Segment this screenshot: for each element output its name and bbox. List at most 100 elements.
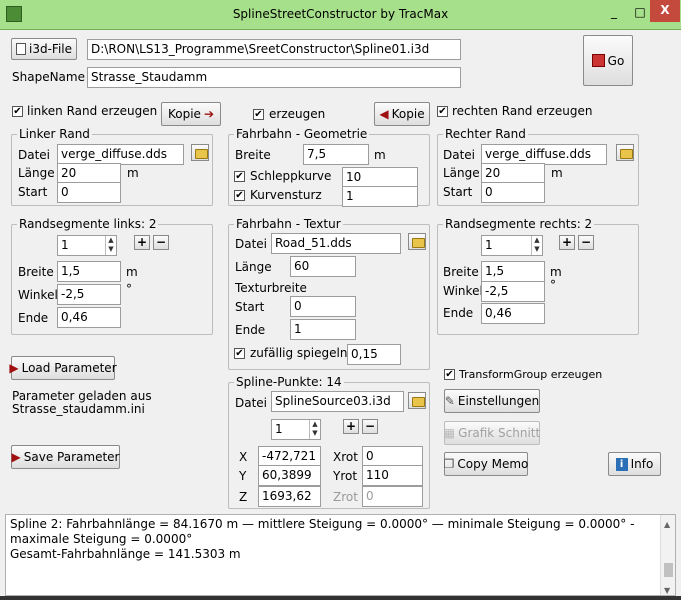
spin-arrows-icon[interactable]: ▲ ▼ — [309, 420, 320, 439]
info-button[interactable]: i Info — [608, 452, 661, 476]
remove-point-button[interactable]: − — [362, 419, 378, 434]
scrollbar-thumb[interactable] — [664, 563, 673, 577]
scroll-down-icon[interactable]: ▼ — [664, 583, 670, 595]
transformgroup-checkbox[interactable] — [444, 369, 455, 380]
copy-memo-label: Copy Memo — [457, 457, 529, 471]
title-bar[interactable]: SplineStreetConstructor by TracMax _ □ X — [0, 0, 681, 30]
status-memo[interactable]: Spline 2: Fahrbahnlänge = 84.1670 m — mi… — [5, 514, 676, 596]
copy-memo-button[interactable]: ❐ Copy Memo — [444, 452, 528, 476]
rechter-laenge-field[interactable]: 20 — [481, 163, 545, 184]
textur-datei-label: Datei — [235, 237, 268, 251]
schleppkurve-label: Schleppkurve — [250, 169, 332, 183]
rechter-datei-field[interactable]: verge_diffuse.dds — [481, 144, 607, 165]
zrot-field: 0 — [362, 486, 423, 507]
copy-icon: ❐ — [443, 457, 455, 471]
randsegmente-rechts-title: Randsegmente rechts: 2 — [443, 217, 595, 231]
kurvensturz-label: Kurvensturz — [250, 188, 322, 202]
grafik-schnitt-button: ▦ Grafik Schnitt — [444, 421, 540, 445]
geometrie-breite-label: Breite — [235, 148, 271, 162]
fahrbahn-textur-title: Fahrbahn - Textur — [234, 217, 343, 231]
add-point-button[interactable]: + — [343, 419, 359, 434]
textur-ende-field[interactable]: 1 — [290, 319, 356, 340]
go-button[interactable]: Go — [583, 35, 633, 86]
rechten-rand-checkbox[interactable] — [437, 106, 448, 117]
load-parameter-button[interactable]: ▶ Load Parameter — [9, 356, 117, 380]
spin-arrows-icon[interactable]: ▲ ▼ — [105, 236, 116, 255]
shapename-field[interactable]: Strasse_Staudamm — [87, 67, 461, 88]
randsegmente-links-title: Randsegmente links: 2 — [17, 217, 159, 231]
kopie-right-label: Kopie — [167, 107, 201, 121]
status-line-2: Gesamt-Fahrbahnlänge = 141.5303 m — [10, 547, 241, 561]
textur-laenge-label: Länge — [235, 260, 272, 274]
kurvensturz-field[interactable]: 1 — [342, 186, 418, 207]
kopie-right-button[interactable]: Kopie ➔ — [161, 102, 221, 126]
linker-laenge-unit: m — [127, 166, 139, 180]
remove-segment-button[interactable]: − — [578, 235, 594, 250]
textur-datei-field[interactable]: Road_51.dds — [271, 233, 401, 254]
kopie-left-label: Kopie — [391, 107, 425, 121]
add-segment-button[interactable]: + — [134, 235, 150, 250]
textur-start-field[interactable]: 0 — [290, 296, 356, 317]
z-field[interactable]: 1693,62 — [258, 486, 321, 507]
maximize-button[interactable]: □ — [628, 4, 652, 22]
randseg-links-breite-unit: m — [126, 265, 138, 279]
randseg-rechts-winkel-field[interactable]: -2,5 — [481, 281, 545, 302]
minimize-button[interactable]: _ — [600, 4, 628, 22]
file-icon — [16, 43, 26, 55]
loaded-from-line2: Strasse_staudamm.ini — [12, 402, 145, 416]
spline-datei-field[interactable]: SplineSource03.i3d — [271, 391, 404, 412]
y-field[interactable]: 60,3899 — [258, 465, 321, 486]
geometrie-breite-unit: m — [374, 148, 386, 162]
textur-ende-label: Ende — [235, 323, 266, 337]
textur-start-label: Start — [235, 300, 265, 314]
spin-arrows-icon[interactable]: ▲ ▼ — [531, 236, 542, 255]
spiegeln-field[interactable]: 0,15 — [347, 344, 401, 365]
erzeugen-checkbox[interactable] — [253, 109, 264, 120]
folder-icon[interactable] — [616, 144, 634, 161]
i3d-file-button[interactable]: i3d-File — [11, 38, 77, 60]
linker-start-field[interactable]: 0 — [57, 182, 121, 203]
randseg-rechts-spin-value: 1 — [485, 238, 493, 252]
schleppkurve-field[interactable]: 10 — [342, 167, 418, 188]
folder-icon[interactable] — [191, 144, 209, 161]
rechter-start-field[interactable]: 0 — [481, 182, 545, 203]
randseg-rechts-ende-field[interactable]: 0,46 — [481, 303, 545, 324]
kopie-left-button[interactable]: ◀ Kopie — [374, 102, 430, 126]
einstellungen-button[interactable]: ✎ Einstellungen — [444, 389, 540, 413]
shapename-label: ShapeName — [12, 70, 85, 84]
yrot-field[interactable]: 110 — [362, 465, 423, 486]
go-label: Go — [607, 53, 625, 68]
linken-rand-checkbox[interactable] — [12, 106, 23, 117]
textur-laenge-field[interactable]: 60 — [290, 256, 356, 277]
vertical-scrollbar[interactable]: ▲ ▼ — [660, 515, 675, 595]
linker-rand-title: Linker Rand — [17, 127, 92, 141]
i3d-path-field[interactable]: D:\RON\LS13_Programme\SreetConstructor\S… — [87, 39, 461, 60]
scroll-up-icon[interactable]: ▲ — [664, 517, 670, 532]
folder-icon[interactable] — [408, 392, 426, 409]
schleppkurve-checkbox[interactable] — [234, 171, 245, 182]
geometrie-breite-field[interactable]: 7,5 — [303, 144, 369, 165]
randseg-links-ende-field[interactable]: 0,46 — [57, 307, 121, 328]
taskbar-strip — [0, 596, 681, 600]
remove-segment-button[interactable]: − — [153, 235, 169, 250]
xrot-field[interactable]: 0 — [362, 446, 423, 467]
x-field[interactable]: -472,721 — [258, 446, 321, 467]
linker-datei-field[interactable]: verge_diffuse.dds — [57, 144, 184, 165]
randseg-links-spinner[interactable]: 1 ▲ ▼ — [57, 235, 117, 256]
linker-laenge-field[interactable]: 20 — [57, 163, 121, 184]
close-button[interactable]: X — [650, 0, 680, 22]
randseg-links-spin-value: 1 — [61, 238, 69, 252]
randseg-links-winkel-field[interactable]: -2,5 — [57, 284, 121, 305]
save-parameter-button[interactable]: ▶ Save Parameter — [11, 445, 120, 469]
spiegeln-checkbox[interactable] — [234, 348, 245, 359]
randseg-links-winkel-label: Winkel — [18, 288, 58, 302]
add-segment-button[interactable]: + — [559, 235, 575, 250]
kurvensturz-checkbox[interactable] — [234, 190, 245, 201]
randseg-rechts-ende-label: Ende — [443, 306, 474, 320]
randseg-rechts-breite-field[interactable]: 1,5 — [481, 261, 545, 282]
spline-punkt-spinner[interactable]: 1 ▲ ▼ — [271, 419, 321, 440]
folder-icon[interactable] — [408, 233, 426, 250]
randseg-links-breite-field[interactable]: 1,5 — [57, 261, 121, 282]
randseg-rechts-winkel-unit: ° — [550, 278, 556, 292]
randseg-rechts-spinner[interactable]: 1 ▲ ▼ — [481, 235, 543, 256]
